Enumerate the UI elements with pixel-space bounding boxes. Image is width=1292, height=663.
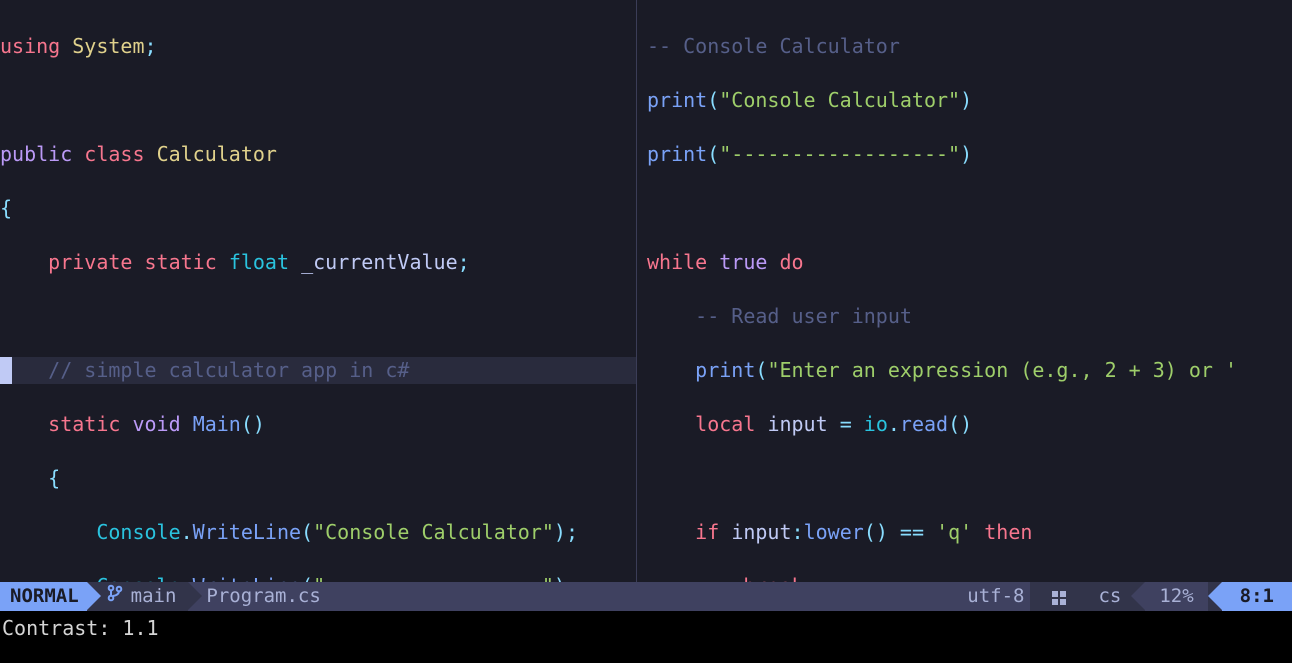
statusline-spacer — [333, 582, 955, 611]
cursor — [0, 357, 12, 384]
git-branch-name: main — [131, 582, 177, 611]
os-segment — [1044, 582, 1074, 611]
editor-split: using System; public class Calculator { … — [0, 0, 1292, 582]
git-branch-segment: main — [101, 582, 189, 611]
separator-icon — [87, 582, 101, 610]
separator-icon — [1208, 582, 1222, 610]
mode-indicator: NORMAL — [0, 582, 87, 611]
separator-icon — [1131, 582, 1145, 610]
kw-class: class — [84, 142, 144, 166]
comment: // simple calculator app in c# — [48, 358, 409, 382]
class-name: Calculator — [157, 142, 277, 166]
percent-segment: 12% — [1145, 582, 1207, 611]
git-branch-icon — [107, 582, 123, 611]
fn-main: Main — [193, 412, 241, 436]
ident-system: System — [72, 34, 144, 58]
command-text: Contrast: 1.1 — [2, 616, 159, 640]
left-pane[interactable]: using System; public class Calculator { … — [0, 0, 636, 582]
separator-icon — [1074, 582, 1088, 610]
position-segment: 8:1 — [1222, 582, 1292, 611]
separator-icon — [1030, 582, 1044, 610]
filename-segment: Program.cs — [188, 582, 332, 611]
windows-icon — [1052, 591, 1066, 605]
kw-public: public — [0, 142, 72, 166]
encoding-segment: utf-8 — [955, 582, 1030, 611]
field-currentvalue: _currentValue — [301, 250, 458, 274]
kw-using: using — [0, 34, 60, 58]
status-line: NORMAL main Program.cs utf-8 cs 12% 8:1 — [0, 582, 1292, 611]
separator-icon — [188, 582, 202, 610]
filetype-segment: cs — [1088, 582, 1131, 611]
command-line[interactable]: Contrast: 1.1 — [0, 611, 1292, 663]
comment: -- Console Calculator — [647, 34, 900, 58]
right-pane[interactable]: -- Console Calculator print("Console Cal… — [637, 0, 1292, 582]
cursor-line: // simple calculator app in c# — [0, 357, 636, 384]
